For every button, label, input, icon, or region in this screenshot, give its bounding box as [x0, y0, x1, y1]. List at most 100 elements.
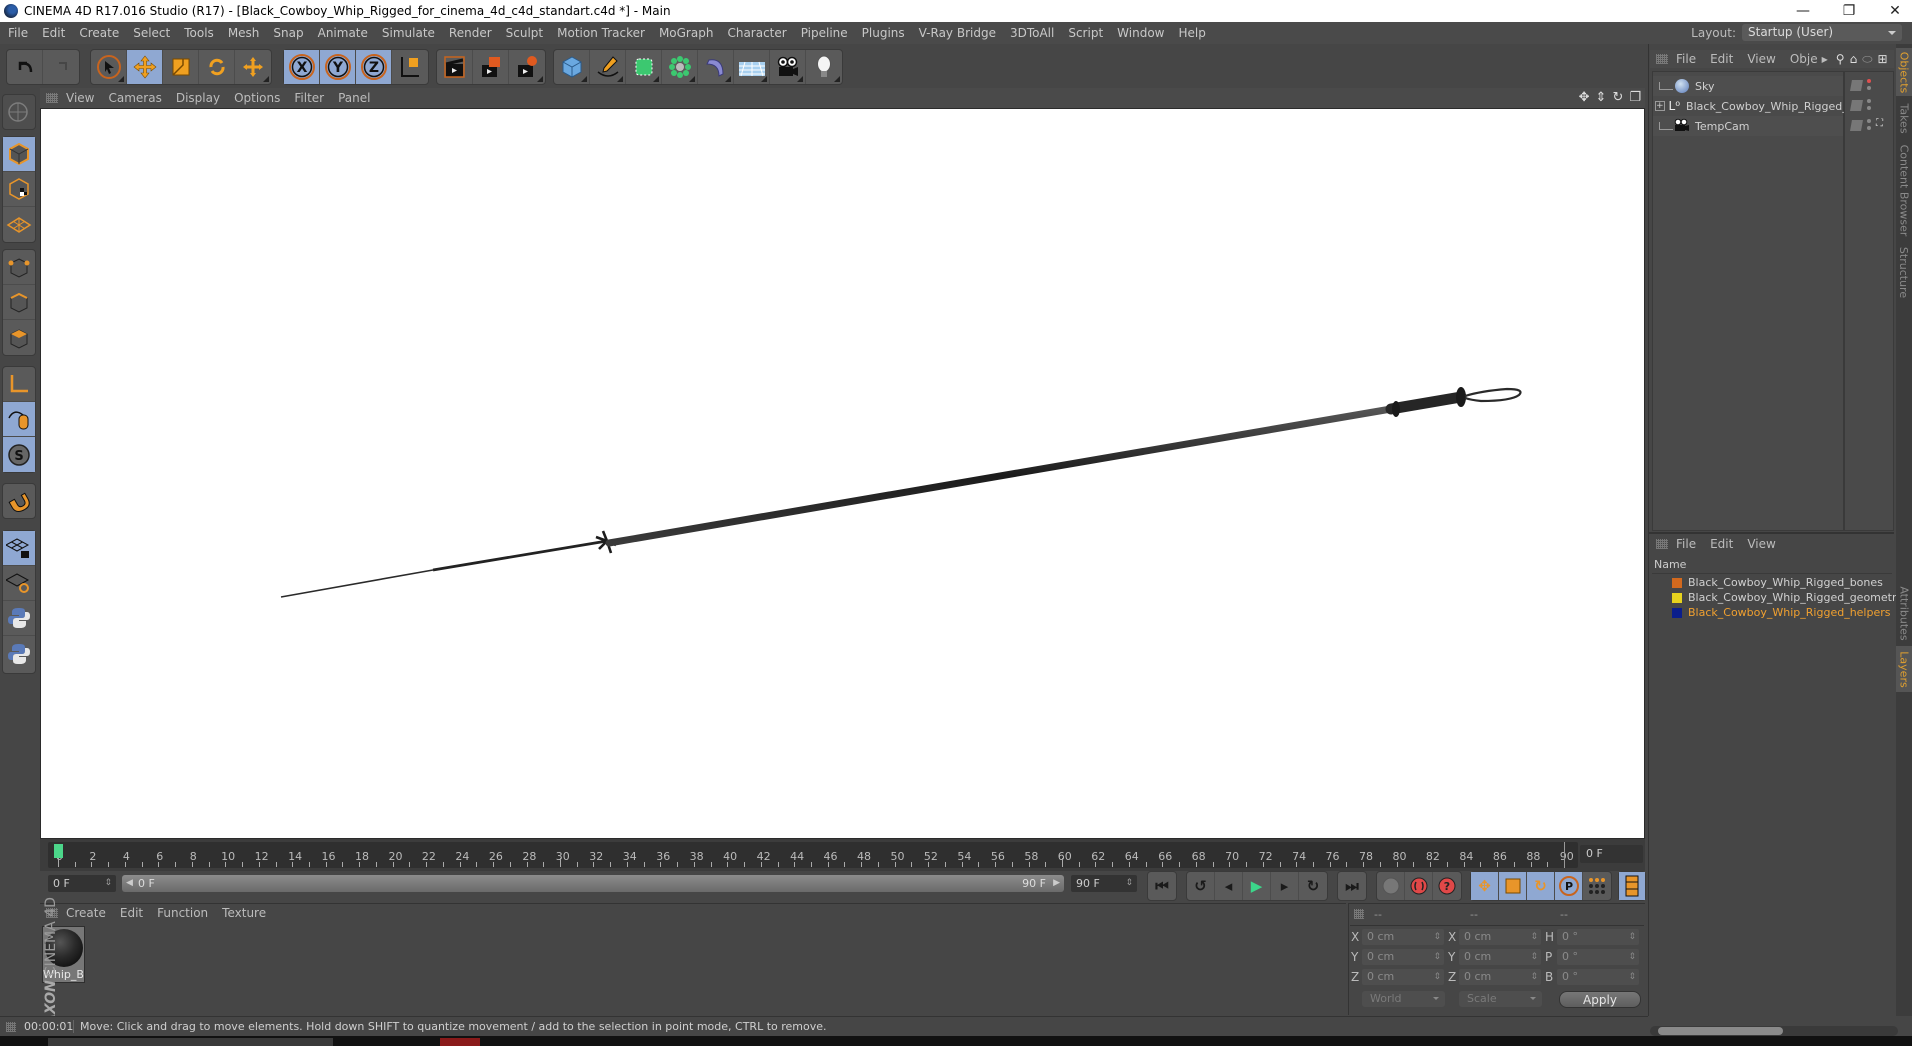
- viewport-menu-display[interactable]: Display: [176, 91, 220, 105]
- editor-visibility-dot[interactable]: [1867, 119, 1871, 123]
- menu-animate[interactable]: Animate: [318, 26, 368, 40]
- 3d-viewport[interactable]: [40, 108, 1645, 839]
- menu-character[interactable]: Character: [727, 26, 786, 40]
- maximize-view-icon[interactable]: ❐: [1629, 90, 1641, 105]
- camera-target-tag-icon[interactable]: ⛶: [1876, 118, 1883, 129]
- floor-icon[interactable]: [734, 50, 770, 84]
- layer-menu-edit[interactable]: Edit: [1710, 537, 1733, 551]
- make-editable-icon[interactable]: [3, 95, 35, 130]
- menu-create[interactable]: Create: [79, 26, 119, 40]
- scrollbar-thumb[interactable]: [1658, 1027, 1783, 1035]
- size-z-field[interactable]: 0 cm: [1459, 969, 1541, 985]
- editor-visibility-dot[interactable]: [1867, 99, 1871, 103]
- layer-flag-icon[interactable]: [1850, 100, 1863, 111]
- key-position-icon[interactable]: ✥: [1471, 872, 1499, 900]
- layer-row-helpers[interactable]: Black_Cowboy_Whip_Rigged_helpers: [1660, 605, 1891, 620]
- menu-sculpt[interactable]: Sculpt: [506, 26, 543, 40]
- render-view-icon[interactable]: [437, 50, 473, 84]
- cloner-icon[interactable]: [662, 50, 698, 84]
- menu-select[interactable]: Select: [133, 26, 170, 40]
- layer-color-swatch[interactable]: [1672, 607, 1682, 618]
- panel-grip-icon[interactable]: [1656, 539, 1668, 549]
- tab-objects[interactable]: Objects: [1896, 48, 1912, 96]
- key-scale-icon[interactable]: [1499, 872, 1527, 900]
- timeline-ruler[interactable]: 0246810121416182022242628303234363840424…: [48, 842, 1578, 868]
- python-2-icon[interactable]: [3, 636, 35, 671]
- live-selection-icon[interactable]: [91, 50, 127, 84]
- timeline-icon[interactable]: [1619, 872, 1645, 900]
- layer-name-column-header[interactable]: Name: [1652, 558, 1892, 574]
- polygons-mode-icon[interactable]: [3, 320, 35, 355]
- redo-icon[interactable]: [43, 50, 79, 84]
- menu-motion-tracker[interactable]: Motion Tracker: [557, 26, 645, 40]
- render-visibility-dot[interactable]: [1867, 106, 1871, 110]
- next-keyframe-icon[interactable]: ↻: [1299, 872, 1327, 900]
- panel-grip-icon[interactable]: [1656, 54, 1668, 64]
- taskbar-item[interactable]: [48, 1038, 333, 1046]
- layout-dropdown[interactable]: Startup (User): [1742, 24, 1902, 41]
- position-x-field[interactable]: 0 cm: [1362, 929, 1444, 945]
- key-rotation-icon[interactable]: ↻: [1527, 872, 1555, 900]
- menu-script[interactable]: Script: [1068, 26, 1103, 40]
- menu-edit[interactable]: Edit: [42, 26, 65, 40]
- key-pla-icon[interactable]: [1583, 872, 1611, 900]
- undo-icon[interactable]: [7, 50, 43, 84]
- menu-3dtoall[interactable]: 3DToAll: [1010, 26, 1054, 40]
- viewport-menu-view[interactable]: View: [66, 91, 94, 105]
- size-x-field[interactable]: 0 cm: [1459, 929, 1541, 945]
- menu-pipeline[interactable]: Pipeline: [801, 26, 848, 40]
- render-settings-icon[interactable]: [509, 50, 545, 84]
- tab-attributes[interactable]: Attributes: [1896, 582, 1912, 644]
- layer-color-swatch[interactable]: [1672, 592, 1682, 603]
- render-visibility-dot[interactable]: [1867, 86, 1871, 90]
- viewport-menu-cameras[interactable]: Cameras: [108, 91, 161, 105]
- object-menu-view[interactable]: View: [1747, 52, 1775, 66]
- menu-mograph[interactable]: MoGraph: [659, 26, 714, 40]
- points-mode-icon[interactable]: [3, 250, 35, 285]
- size-mode-dropdown[interactable]: Scale: [1459, 991, 1542, 1007]
- minimize-button[interactable]: —: [1780, 0, 1826, 22]
- viewport-menu-filter[interactable]: Filter: [294, 91, 324, 105]
- expand-icon[interactable]: +: [1655, 101, 1665, 111]
- rotate-icon[interactable]: [199, 50, 235, 84]
- texture-mode-icon[interactable]: [3, 172, 35, 207]
- apply-button[interactable]: Apply: [1559, 991, 1641, 1008]
- layer-color-swatch[interactable]: [1672, 577, 1682, 588]
- size-y-field[interactable]: 0 cm: [1459, 949, 1541, 965]
- x-axis-icon[interactable]: X: [284, 50, 320, 84]
- close-button[interactable]: ✕: [1872, 0, 1912, 22]
- menu-render[interactable]: Render: [449, 26, 492, 40]
- home-icon[interactable]: ⌂: [1850, 52, 1858, 66]
- rotation-b-field[interactable]: 0 °: [1557, 969, 1639, 985]
- y-axis-icon[interactable]: Y: [320, 50, 356, 84]
- move-icon[interactable]: [127, 50, 163, 84]
- workplane-mode-icon[interactable]: [3, 207, 35, 242]
- link-icon[interactable]: ⬭: [1862, 52, 1872, 67]
- menu-simulate[interactable]: Simulate: [382, 26, 435, 40]
- light-icon[interactable]: [806, 50, 842, 84]
- slider-right-arrow-icon[interactable]: ▶: [1053, 875, 1060, 892]
- camera-icon[interactable]: [770, 50, 806, 84]
- object-menu-file[interactable]: File: [1676, 52, 1696, 66]
- rotation-h-field[interactable]: 0 °: [1557, 929, 1639, 945]
- key-parameter-icon[interactable]: P: [1555, 872, 1583, 900]
- current-frame-field[interactable]: 0 F: [1580, 845, 1643, 863]
- menu-file[interactable]: File: [8, 26, 28, 40]
- go-to-start-icon[interactable]: ⏮: [1148, 872, 1176, 900]
- menu-plugins[interactable]: Plugins: [862, 26, 905, 40]
- tab-content-browser[interactable]: Content Browser: [1896, 140, 1912, 240]
- go-to-end-icon[interactable]: ⏭: [1338, 872, 1366, 900]
- playhead[interactable]: [54, 844, 63, 858]
- coordinate-system-icon[interactable]: [392, 50, 428, 84]
- menu-vray-bridge[interactable]: V-Ray Bridge: [919, 26, 996, 40]
- render-visibility-dot[interactable]: [1867, 126, 1871, 130]
- object-menu-edit[interactable]: Edit: [1710, 52, 1733, 66]
- rotate-view-icon[interactable]: ↻: [1612, 90, 1623, 105]
- menu-mesh[interactable]: Mesh: [228, 26, 260, 40]
- panel-grip-icon[interactable]: [6, 1021, 16, 1032]
- deformer-icon[interactable]: [698, 50, 734, 84]
- scale-icon[interactable]: [163, 50, 199, 84]
- panel-grip-icon[interactable]: [46, 93, 58, 103]
- menu-tools[interactable]: Tools: [184, 26, 214, 40]
- snap-icon[interactable]: [3, 484, 35, 519]
